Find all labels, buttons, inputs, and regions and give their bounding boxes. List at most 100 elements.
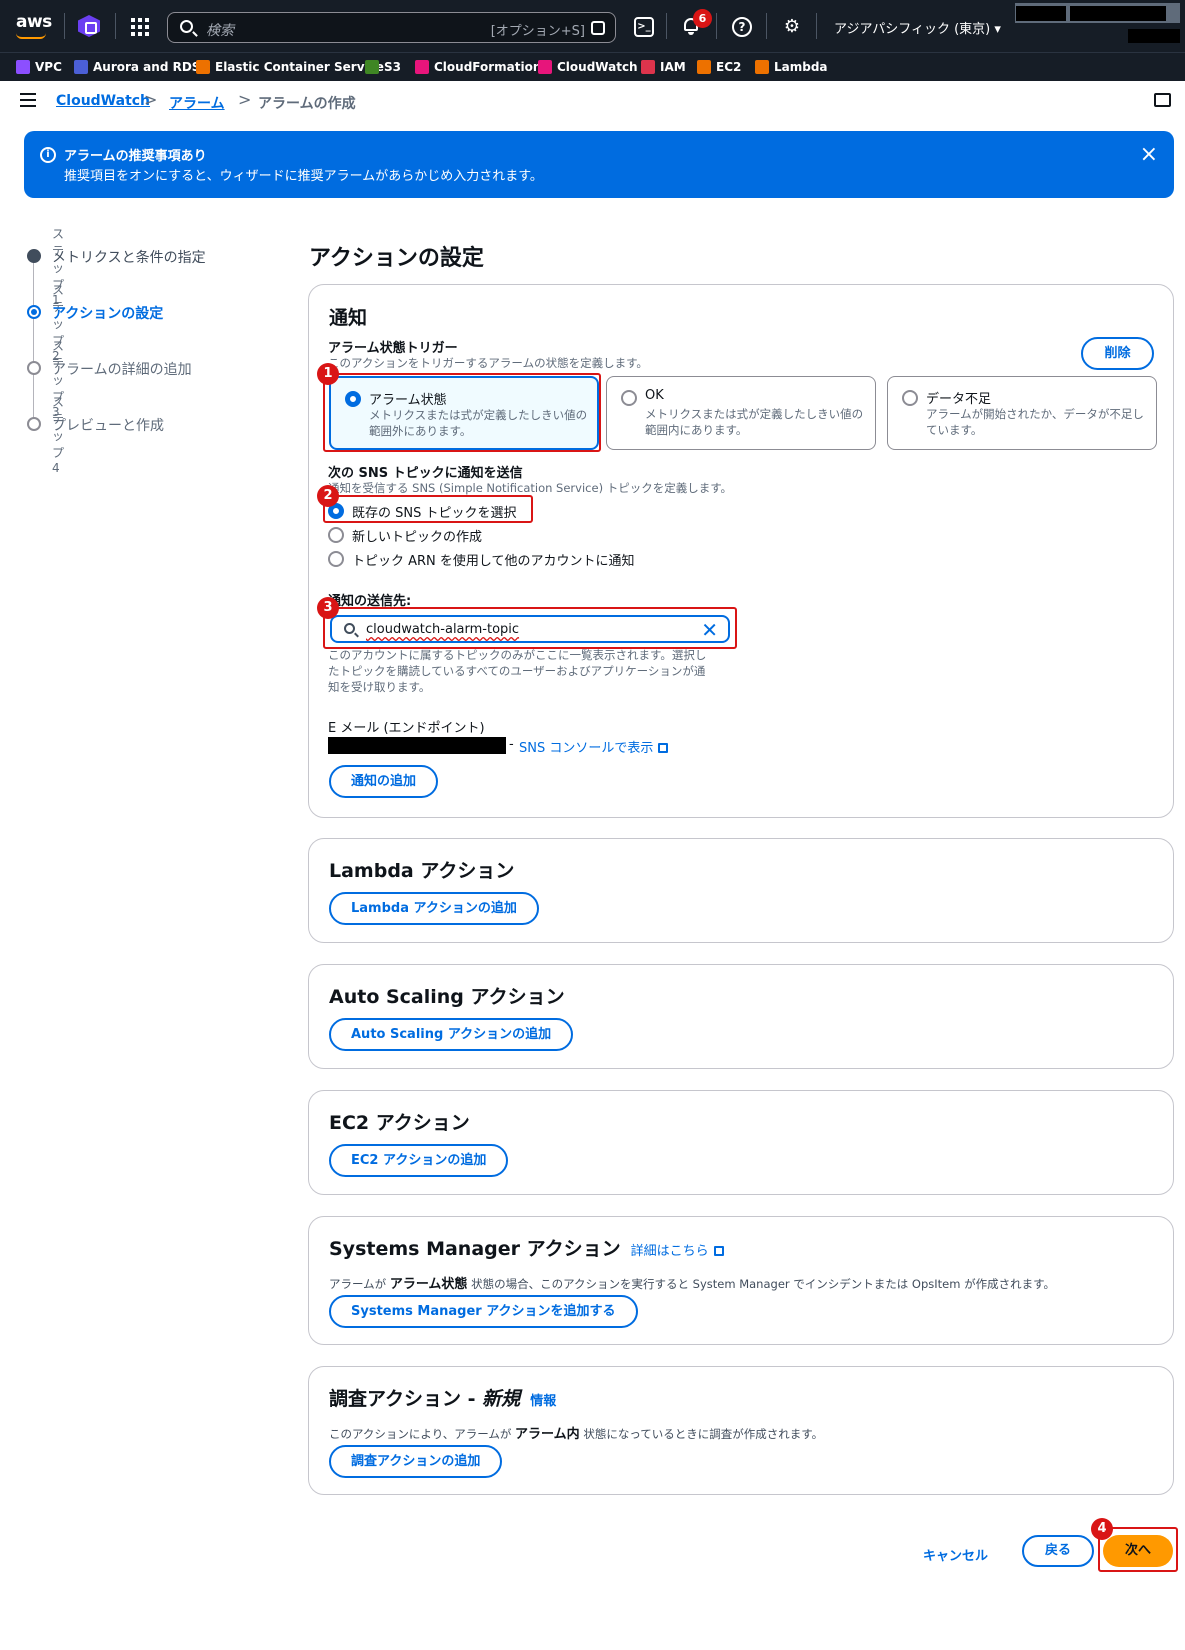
- favorite-vpc[interactable]: VPC: [16, 60, 62, 76]
- lambda-icon: [755, 60, 769, 74]
- radio[interactable]: [328, 551, 344, 567]
- q-search-icon[interactable]: [591, 21, 605, 35]
- ssm-panel: Systems Manager アクション 詳細はこちら アラームが アラーム状態…: [308, 1216, 1174, 1345]
- lambda-panel: Lambda アクション Lambda アクションの追加: [308, 838, 1174, 943]
- breadcrumb-separator: >: [238, 90, 252, 109]
- global-search-input[interactable]: 検索 [オプション+S]: [167, 12, 616, 43]
- redacted-account: [1128, 29, 1180, 43]
- add-ssm-action-button[interactable]: Systems Manager アクションを追加する: [329, 1295, 638, 1328]
- page-title: アクションの設定: [309, 246, 484, 271]
- search-icon: [180, 20, 193, 33]
- aws-logo[interactable]: aws: [16, 12, 52, 39]
- annotation-highlight-2: [323, 495, 533, 523]
- trigger-description: このアクションをトリガーするアラームの状態を定義します。: [328, 356, 648, 370]
- annotation-highlight-1: [323, 373, 601, 452]
- ssm-learn-more-link[interactable]: 詳細はこちら: [631, 1244, 724, 1259]
- investigation-panel: 調査アクション - 新規 情報 このアクションにより、アラームが アラーム内 状態…: [308, 1366, 1174, 1495]
- remove-notification-button[interactable]: 削除: [1081, 337, 1154, 370]
- search-shortcut-hint: [オプション+S]: [490, 24, 585, 39]
- divider: [816, 13, 817, 39]
- annotation-marker-2: 2: [317, 485, 339, 507]
- divider: [716, 13, 717, 39]
- tile-title: データ不足: [926, 392, 992, 407]
- favorite-aurora-rds[interactable]: Aurora and RDS: [74, 60, 200, 76]
- vpc-icon: [16, 60, 30, 74]
- add-notification-button[interactable]: 通知の追加: [329, 765, 439, 798]
- favorite-cloudformation[interactable]: CloudFormation: [415, 60, 541, 76]
- autoscaling-title: Auto Scaling アクション: [329, 986, 565, 1008]
- gear-icon[interactable]: ⚙: [782, 17, 802, 37]
- breadcrumb-cloudwatch[interactable]: CloudWatch: [56, 93, 150, 109]
- cancel-button[interactable]: キャンセル: [923, 1545, 988, 1564]
- step-label: プレビューと作成: [52, 418, 164, 434]
- sns-console-link[interactable]: SNS コンソールで表示: [519, 737, 669, 756]
- ok-state-radio[interactable]: [621, 390, 637, 406]
- investigation-description: このアクションにより、アラームが アラーム内 状態になっているときに調査が作成さ…: [329, 1427, 824, 1442]
- redacted-account: [1016, 6, 1066, 21]
- add-autoscaling-action-button[interactable]: Auto Scaling アクションの追加: [329, 1018, 574, 1051]
- radio[interactable]: [328, 527, 344, 543]
- notification-count-badge: 6: [693, 9, 712, 28]
- lambda-title: Lambda アクション: [329, 860, 515, 882]
- add-lambda-action-button[interactable]: Lambda アクションの追加: [329, 892, 539, 925]
- sns-description: 通知を受信する SNS (Simple Notification Service…: [328, 481, 733, 495]
- step-pending-icon: [27, 361, 41, 375]
- back-button[interactable]: 戻る: [1022, 1535, 1094, 1567]
- close-icon[interactable]: ×: [1140, 144, 1158, 166]
- ssm-description: アラームが アラーム状態 状態の場合、このアクションを実行すると System …: [329, 1277, 1055, 1292]
- annotation-highlight-3: [323, 607, 737, 649]
- favorite-ec2[interactable]: EC2: [697, 60, 741, 76]
- insufficient-data-radio[interactable]: [902, 390, 918, 406]
- tile-title: OK: [645, 388, 664, 403]
- breadcrumb-alarms[interactable]: アラーム: [169, 93, 225, 113]
- search-placeholder: 検索: [206, 23, 234, 39]
- s3-icon: [365, 60, 379, 74]
- annotation-marker-3: 3: [317, 597, 339, 619]
- email-separator: -: [509, 737, 514, 752]
- add-investigation-action-button[interactable]: 調査アクションの追加: [329, 1445, 503, 1478]
- ec2-title: EC2 アクション: [329, 1112, 470, 1134]
- sendto-help: 知を受け取ります。: [328, 680, 431, 694]
- steps-line: [33, 256, 34, 426]
- breadcrumb-current: アラームの作成: [258, 96, 356, 112]
- q-developer-icon[interactable]: [78, 15, 100, 37]
- iam-icon: [641, 60, 655, 74]
- menu-icon[interactable]: [20, 93, 36, 107]
- add-ec2-action-button[interactable]: EC2 アクションの追加: [329, 1144, 509, 1177]
- divider: [666, 13, 667, 39]
- redacted-account: [1070, 6, 1166, 21]
- trigger-label: アラーム状態トリガー: [328, 341, 458, 356]
- tile-description: アラームが開始されたか、データが不足しています。: [926, 407, 1144, 437]
- favorite-iam[interactable]: IAM: [641, 60, 686, 76]
- feedback-icon[interactable]: [1154, 93, 1171, 107]
- tile-description: メトリクスまたは式が定義したしきい値の範囲内にあります。: [645, 407, 864, 437]
- divider: [64, 13, 65, 39]
- ec2-icon: [697, 60, 711, 74]
- cloudshell-icon[interactable]: >_: [634, 17, 654, 37]
- favorite-s3[interactable]: S3: [365, 60, 401, 76]
- region-selector[interactable]: アジアパシフィック (東京) ▾: [834, 18, 1001, 37]
- email-label: E メール (エンドポイント): [328, 721, 485, 736]
- external-link-icon: [658, 743, 669, 753]
- rds-icon: [74, 60, 88, 74]
- favorite-lambda[interactable]: Lambda: [755, 60, 828, 76]
- step-label: メトリクスと条件の指定: [52, 250, 206, 266]
- divider: [766, 13, 767, 39]
- services-grid-icon[interactable]: [131, 18, 149, 36]
- favorite-ecs[interactable]: Elastic Container Service: [196, 60, 384, 76]
- annotation-marker-4: 4: [1091, 1518, 1113, 1540]
- ok-state-tile[interactable]: OK メトリクスまたは式が定義したしきい値の範囲内にあります。: [606, 376, 876, 450]
- cloudformation-icon: [415, 60, 429, 74]
- top-navigation-bar: aws 検索 [オプション+S] >_ 6 ? ⚙ アジアパシフィック (東京)…: [0, 0, 1185, 52]
- flash-title: アラームの推奨事項あり: [64, 149, 207, 164]
- step-active-icon: [27, 305, 41, 319]
- step-pending-icon: [27, 417, 41, 431]
- annotation-marker-1: 1: [317, 363, 339, 385]
- investigation-info-link[interactable]: 情報: [530, 1394, 556, 1409]
- sendto-help: このアカウントに属するトピックのみがここに一覧表示されます。選択し: [328, 648, 707, 662]
- insufficient-data-tile[interactable]: データ不足 アラームが開始されたか、データが不足しています。: [887, 376, 1157, 450]
- ssm-title: Systems Manager アクション 詳細はこちら: [329, 1234, 724, 1261]
- favorite-cloudwatch[interactable]: CloudWatch: [538, 60, 638, 76]
- help-icon[interactable]: ?: [732, 17, 752, 37]
- breadcrumb: CloudWatch > アラーム > アラームの作成: [0, 81, 1185, 125]
